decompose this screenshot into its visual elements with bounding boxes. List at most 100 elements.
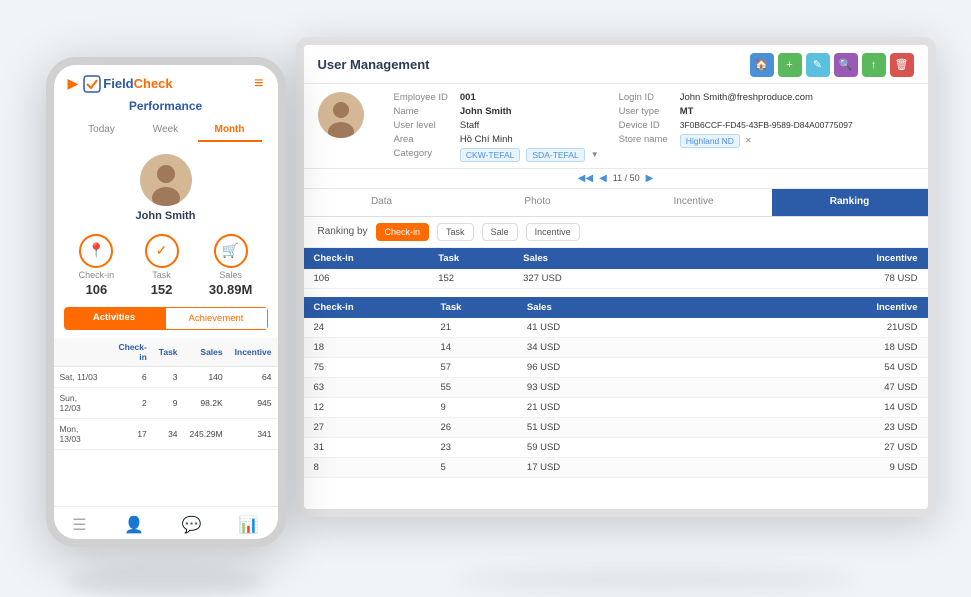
- cell-checkin: 63: [304, 377, 431, 397]
- ph-th-sales: Sales: [184, 338, 229, 367]
- next-button[interactable]: ▶: [646, 173, 654, 184]
- area-label: Area: [394, 134, 448, 145]
- tab-ranking[interactable]: Ranking: [772, 189, 928, 216]
- tab-incentive[interactable]: Incentive: [616, 189, 772, 216]
- tab-month[interactable]: Month: [198, 119, 262, 142]
- sales-icon: 🛒: [214, 234, 248, 268]
- checkin-label: Check-in: [79, 270, 115, 280]
- home-button[interactable]: 🏠: [750, 53, 774, 77]
- cell-sales: 34 USD: [517, 337, 629, 357]
- cell-task: 14: [430, 337, 516, 357]
- nav-user[interactable]: 👤: [124, 515, 144, 535]
- cell-incentive: 47 USD: [798, 377, 927, 397]
- search-button[interactable]: 🔍: [834, 53, 858, 77]
- cell-sales: 98.2K: [184, 387, 229, 418]
- th-task: Task: [428, 248, 513, 269]
- table-row: 24 21 41 USD 21USD: [304, 318, 928, 338]
- prev-page-button[interactable]: ◀◀: [578, 173, 593, 184]
- nav-menu[interactable]: ☰: [72, 515, 86, 535]
- cell-incentive: 78 USD: [801, 269, 928, 289]
- hamburger-menu[interactable]: ≡: [254, 75, 263, 93]
- table-row: 63 55 93 USD 47 USD: [304, 377, 928, 397]
- category-label: Category: [394, 148, 448, 162]
- sales-stat: 🛒 Sales 30.89M: [209, 234, 252, 297]
- prev-button[interactable]: ◀: [599, 173, 607, 184]
- nav-menu-icon: ☰: [72, 515, 86, 535]
- name-value: John Smith: [460, 106, 599, 117]
- activities-tab[interactable]: Activities: [64, 307, 165, 330]
- tab-photo[interactable]: Photo: [460, 189, 616, 216]
- ranking-controls: Ranking by Check-in Task Sale Incentive: [304, 217, 928, 248]
- cell-date: Sat, 11/03: [54, 366, 106, 387]
- th-empty1: [635, 248, 676, 269]
- play-icon: ▶: [68, 75, 79, 92]
- cell-task: 21: [430, 318, 516, 338]
- phone-avatar-img: [140, 154, 192, 206]
- cell-checkin: 6: [106, 366, 153, 387]
- checkin-stat: 📍 Check-in 106: [79, 234, 115, 297]
- ranking-incentive-button[interactable]: Incentive: [526, 223, 580, 241]
- ranking-checkin-button[interactable]: Check-in: [376, 223, 430, 241]
- checkin-value: 106: [86, 282, 108, 297]
- expand-tags[interactable]: ▼: [591, 150, 599, 159]
- remove-store[interactable]: ✕: [745, 136, 752, 145]
- cell-task: 3: [153, 366, 184, 387]
- th2-sales: Sales: [517, 297, 629, 318]
- avatar: [318, 92, 364, 138]
- cell-task: 9: [430, 397, 516, 417]
- th-checkin: Check-in: [304, 248, 429, 269]
- cell-task: 9: [153, 387, 184, 418]
- add-button[interactable]: +: [778, 53, 802, 77]
- cell-sales: 17 USD: [517, 457, 629, 477]
- table-row: 106 152 327 USD 78 USD: [304, 269, 928, 289]
- nav-chat-icon: 💬: [181, 515, 201, 535]
- tab-week[interactable]: Week: [134, 119, 198, 142]
- cell-sales: 21 USD: [517, 397, 629, 417]
- cell-checkin: 17: [106, 418, 153, 449]
- cell-sales: 51 USD: [517, 417, 629, 437]
- edit-button[interactable]: ✎: [806, 53, 830, 77]
- sales-label: Sales: [219, 270, 242, 280]
- table-row: 18 14 34 USD 18 USD: [304, 337, 928, 357]
- cell-incentive: 14 USD: [798, 397, 927, 417]
- export-button[interactable]: ↑: [862, 53, 886, 77]
- th2-incentive: Incentive: [798, 297, 927, 318]
- tab-today[interactable]: Today: [70, 119, 134, 142]
- cell-sales: 245.29M: [184, 418, 229, 449]
- name-label: Name: [394, 106, 448, 117]
- cell-task: 152: [428, 269, 513, 289]
- cell-checkin: 12: [304, 397, 431, 417]
- cell-task: 23: [430, 437, 516, 457]
- table-row: 31 23 59 USD 27 USD: [304, 437, 928, 457]
- th-empty2: [676, 248, 717, 269]
- employee-id-value: 001: [460, 92, 599, 103]
- delete-button[interactable]: 🗑: [890, 53, 914, 77]
- table-row: 12 9 21 USD 14 USD: [304, 397, 928, 417]
- logo-fieldcheck: FieldCheck: [83, 75, 172, 93]
- task-label: Task: [152, 270, 171, 280]
- ranking-task-button[interactable]: Task: [437, 223, 474, 241]
- table-row: 27 26 51 USD 23 USD: [304, 417, 928, 437]
- store-name-value: Highland ND: [680, 134, 740, 148]
- cell-incentive: 18 USD: [798, 337, 927, 357]
- cell-incentive: 945: [229, 387, 278, 418]
- store-name-label: Store name: [619, 134, 668, 148]
- cell-sales: 93 USD: [517, 377, 629, 397]
- ranking-sale-button[interactable]: Sale: [482, 223, 518, 241]
- cell-incentive: 23 USD: [798, 417, 927, 437]
- phone-username: John Smith: [136, 210, 196, 222]
- category-tag-2: SDA-TEFAL: [526, 148, 584, 162]
- cell-incentive: 9 USD: [798, 457, 927, 477]
- achievement-tab[interactable]: Achievement: [165, 307, 268, 330]
- phone-user-area: John Smith: [54, 150, 278, 228]
- detail-table-section: Check-in Task Sales Incentive: [304, 297, 928, 478]
- tab-data[interactable]: Data: [304, 189, 460, 216]
- user-type-label: User type: [619, 106, 668, 117]
- store-name-area: Highland ND ✕: [680, 134, 853, 148]
- tablet-toolbar: User Management 🏠 + ✎ 🔍 ↑ 🗑: [304, 45, 928, 84]
- nav-chart[interactable]: 📊: [239, 515, 259, 535]
- activity-tabs: Activities Achievement: [64, 307, 268, 330]
- cell-checkin: 24: [304, 318, 431, 338]
- nav-chat[interactable]: 💬: [181, 515, 201, 535]
- phone-activity-table: Check-in Task Sales Incentive Sat, 11/03…: [54, 338, 278, 450]
